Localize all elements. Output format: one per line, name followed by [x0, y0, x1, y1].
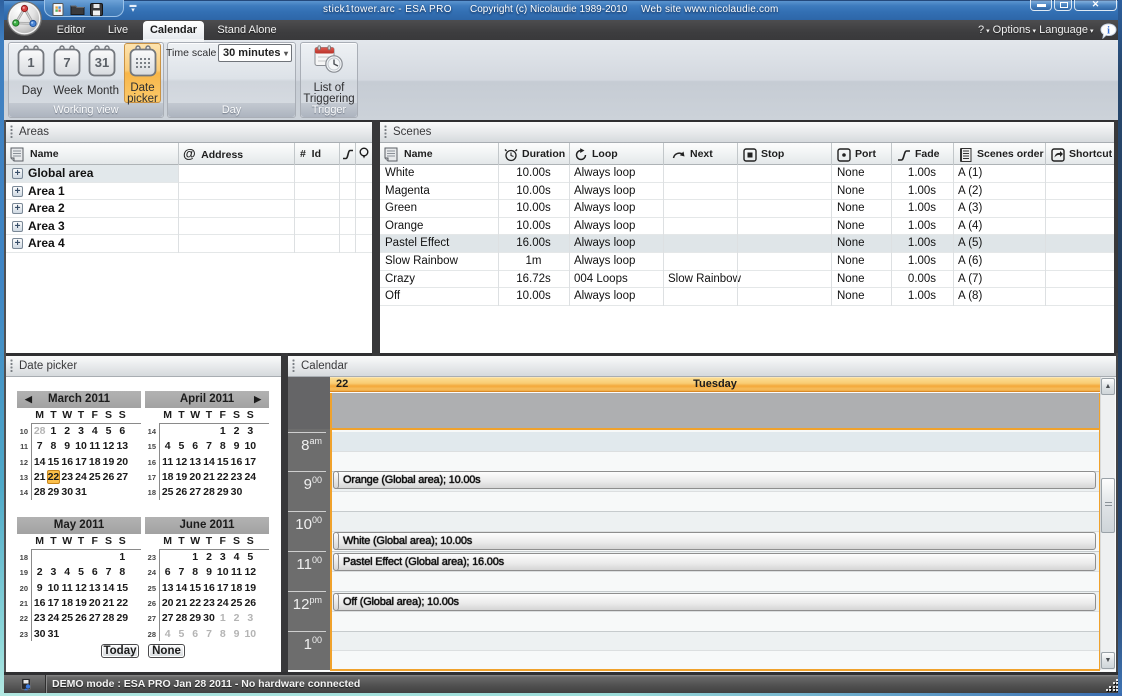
- svg-text:1: 1: [27, 55, 34, 70]
- svg-text:31: 31: [95, 55, 109, 70]
- svg-text:7: 7: [63, 55, 70, 70]
- svg-text:i: i: [1107, 26, 1110, 37]
